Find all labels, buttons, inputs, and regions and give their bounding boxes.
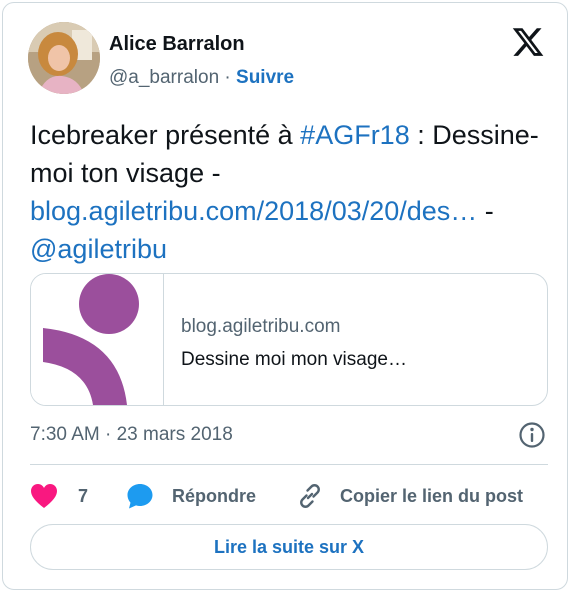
- tweet-text-dash: -: [477, 196, 494, 226]
- tweet-text-start: Icebreaker présenté à: [30, 120, 301, 150]
- url-link[interactable]: blog.agiletribu.com/2018/03/20/des…: [30, 196, 477, 226]
- link-domain: blog.agiletribu.com: [181, 316, 341, 337]
- mention-link[interactable]: @agiletribu: [30, 234, 167, 264]
- separator: ·: [224, 67, 231, 88]
- author-name[interactable]: Alice Barralon: [109, 33, 245, 56]
- reply-label: Répondre: [172, 485, 257, 506]
- tweet-text: Icebreaker présenté à #AGFr18 : Dessine-…: [30, 116, 550, 268]
- x-logo-icon[interactable]: [511, 25, 545, 59]
- like-count: 7: [78, 485, 89, 506]
- hashtag-link[interactable]: #AGFr18: [300, 120, 410, 150]
- actions-bar: 7 Répondre Copier le lien du post: [30, 478, 548, 514]
- reply-bubble-icon: [127, 484, 153, 509]
- tweet-card: Alice Barralon @a_barralon · Suivre Iceb…: [2, 2, 568, 590]
- link-preview-card[interactable]: blog.agiletribu.com Dessine moi mon visa…: [30, 273, 548, 406]
- copy-link-label: Copier le lien du post: [340, 485, 524, 506]
- author-handle-row: @a_barralon · Suivre: [109, 67, 294, 89]
- author-handle[interactable]: @a_barralon: [109, 67, 219, 88]
- follow-button[interactable]: Suivre: [236, 67, 294, 88]
- link-title: Dessine moi mon visage…: [181, 349, 407, 370]
- info-icon[interactable]: [518, 421, 546, 449]
- like-button[interactable]: 7: [30, 478, 88, 514]
- divider: [30, 464, 548, 465]
- copy-link-button[interactable]: Copier le lien du post: [296, 478, 523, 514]
- timestamp-link[interactable]: 7:30 AM · 23 mars 2018: [30, 424, 233, 446]
- link-thumbnail: [31, 274, 164, 405]
- heart-icon: [31, 484, 57, 508]
- link-icon: [300, 484, 320, 508]
- read-more-button[interactable]: Lire la suite sur X: [30, 524, 548, 570]
- avatar[interactable]: [28, 22, 100, 94]
- reply-button[interactable]: Répondre: [126, 478, 256, 514]
